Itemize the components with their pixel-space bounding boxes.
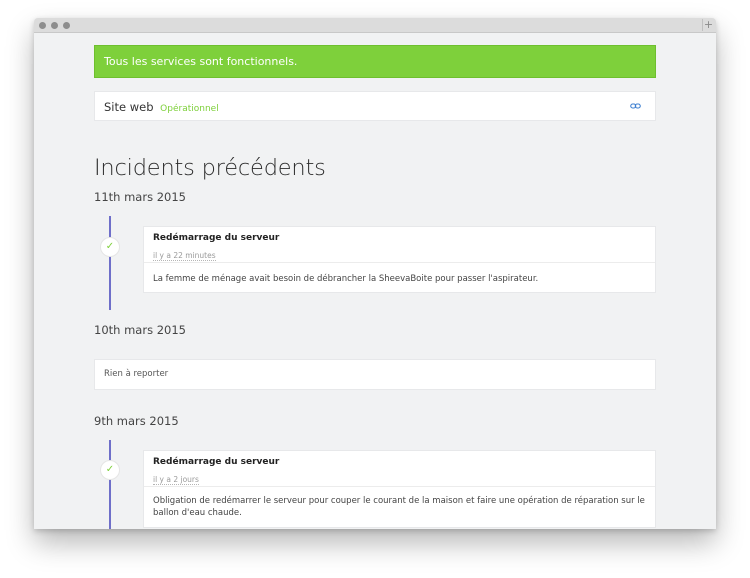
incident-header: Redémarrage du serveur il y a 22 minutes	[144, 227, 655, 263]
incident-title[interactable]: Redémarrage du serveur	[153, 233, 646, 243]
check-icon: ✓	[100, 460, 120, 480]
incident-time: il y a 2 jours	[153, 475, 199, 485]
component-status: Opérationnel	[160, 104, 219, 114]
incident-card[interactable]: Redémarrage du serveur il y a 2 jours Ob…	[143, 450, 656, 528]
link-icon[interactable]	[630, 101, 641, 111]
incident-card[interactable]: Redémarrage du serveur il y a 22 minutes…	[143, 226, 656, 293]
day-date: 11th mars 2015	[94, 190, 186, 204]
component-name: Site web	[104, 100, 154, 114]
close-window-dot[interactable]	[39, 22, 46, 29]
plus-icon[interactable]: +	[702, 19, 714, 31]
browser-window: + Tous les services sont fonctionnels. S…	[34, 18, 716, 529]
no-incident-card: Rien à reporter	[94, 359, 656, 390]
day-date: 10th mars 2015	[94, 323, 186, 337]
check-icon: ✓	[100, 237, 120, 257]
incident-body: La femme de ménage avait besoin de débra…	[153, 274, 539, 284]
day-date: 9th mars 2015	[94, 414, 179, 428]
timeline-line	[109, 440, 111, 529]
page-title: Incidents précédents	[94, 155, 326, 181]
timeline-line	[109, 216, 111, 310]
incident-title[interactable]: Redémarrage du serveur	[153, 457, 646, 467]
window-titlebar: +	[34, 18, 716, 33]
maximize-window-dot[interactable]	[63, 22, 70, 29]
status-page: Tous les services sont fonctionnels. Sit…	[34, 33, 716, 529]
no-incident-text: Rien à reporter	[104, 369, 169, 379]
incident-time: il y a 22 minutes	[153, 251, 216, 261]
status-banner: Tous les services sont fonctionnels.	[94, 45, 656, 78]
incident-header: Redémarrage du serveur il y a 2 jours	[144, 451, 655, 487]
component-site-web: Site web Opérationnel	[94, 91, 656, 121]
incident-body: Obligation de redémarrer le serveur pour…	[153, 496, 645, 518]
minimize-window-dot[interactable]	[51, 22, 58, 29]
